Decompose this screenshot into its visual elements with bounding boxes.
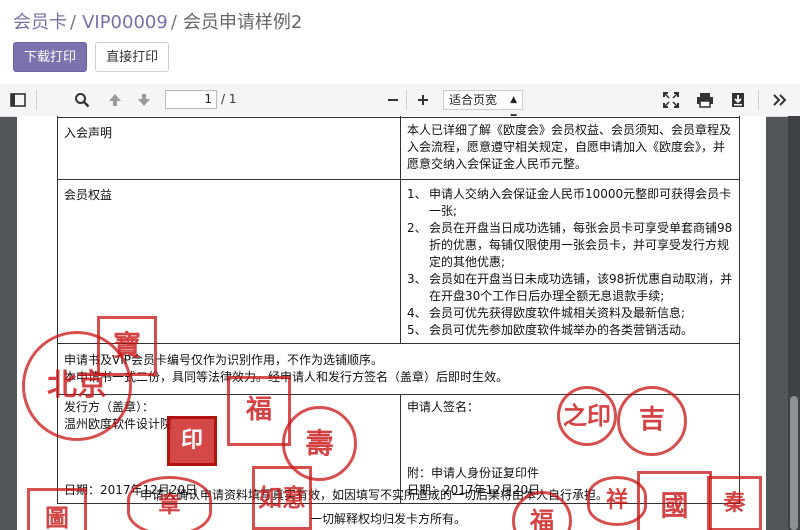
list-item-text: 会员可优先获得欧度软件城相关资料及最新信息; [429, 306, 686, 320]
list-item-text: 会员如在开盘当日未成功选铺，该98折优惠自动取消，并在开盘30个工作日后办理全额… [429, 272, 733, 303]
declaration-label: 入会声明 [57, 117, 401, 180]
declaration-text: 本人已详细了解《欧度会》会员权益、会员须知、会员章程及入会流程，愿意遵守相关规定… [400, 117, 740, 180]
list-item-number: 1、 [407, 187, 427, 201]
search-icon[interactable] [72, 84, 92, 116]
list-item-number: 5、 [407, 323, 427, 337]
list-item: 1、 申请人交纳入会保证金人民币10000元整即可获得会员卡一张; [407, 186, 733, 220]
table-row: 申请书及VIP会员卡编号仅作为识别作用，不作为选铺顺序。 本申请书一式二份，具同… [57, 343, 740, 395]
vertical-scrollbar[interactable] [788, 116, 800, 530]
list-item: 4、 会员可优先获得欧度软件城相关资料及最新信息; [407, 305, 733, 322]
seal-stamp: 國 [637, 471, 712, 530]
list-item-text: 会员在开盘当日成功选铺，每张会员卡可享受单套商铺98折的优惠，每铺仅限使用一张会… [429, 221, 733, 269]
table-row: 会员权益 1、 申请人交纳入会保证金人民币10000元整即可获得会员卡一张; 2、… [57, 179, 740, 344]
note-numbering: 申请书及VIP会员卡编号仅作为识别作用，不作为选铺顺序。 [64, 353, 383, 367]
seal-stamp: 之印 [557, 386, 617, 446]
page-number-input[interactable]: 1 [165, 90, 217, 109]
list-item-text: 会员可优先参加欧度软件城举办的各类营销活动。 [429, 323, 694, 337]
seal-stamp: 福 [227, 376, 291, 446]
direct-print-button[interactable]: 直接打印 [95, 42, 170, 72]
action-bar: 下载打印 直接打印 [13, 42, 172, 72]
pdf-page: 入会声明 本人已详细了解《欧度会》会员权益、会员须知、会员章程及入会流程，愿意遵… [17, 116, 766, 530]
previous-page-icon[interactable] [105, 84, 125, 116]
download-print-button[interactable]: 下载打印 [13, 42, 88, 72]
list-item-number: 4、 [407, 306, 427, 320]
seal-stamp: 章 [127, 476, 212, 530]
list-item-text: 申请人交纳入会保证金人民币10000元整即可获得会员卡一张; [429, 187, 732, 218]
toolbar-divider [406, 90, 407, 110]
breadcrumb-separator: / [170, 12, 177, 33]
benefits-cell: 1、 申请人交纳入会保证金人民币10000元整即可获得会员卡一张; 2、 会员在开盘… [400, 179, 740, 344]
notes-cell: 申请书及VIP会员卡编号仅作为识别作用，不作为选铺顺序。 本申请书一式二份，具同… [57, 343, 740, 395]
seal-stamp: 如意 [252, 466, 312, 530]
sidebar-toggle-icon[interactable] [8, 84, 28, 116]
breadcrumb-link-vip-record[interactable]: VIP00009 [82, 12, 168, 33]
table-row: 入会声明 本人已详细了解《欧度会》会员权益、会员须知、会员章程及入会流程，愿意遵… [57, 117, 740, 180]
zoom-out-icon[interactable] [383, 84, 403, 116]
seal-stamp: 寶 [97, 316, 157, 376]
fullscreen-icon[interactable] [661, 84, 681, 116]
list-item: 5、 会员可优先参加欧度软件城举办的各类营销活动。 [407, 322, 733, 339]
toolbar-divider [36, 90, 37, 110]
list-item-number: 3、 [407, 272, 427, 286]
print-icon[interactable] [695, 84, 715, 116]
footer-rights: 一切解释权均归发卡方所有。 [310, 512, 467, 526]
seal-stamp: 圖 [27, 488, 87, 530]
attachment-note: 附：申请人身份证复印件 [407, 466, 540, 480]
download-icon[interactable] [728, 84, 748, 116]
pdf-toolbar: 1 / 1 适合页宽 ▲▼ [0, 84, 800, 123]
list-item: 3、 会员如在开盘当日未成功选铺，该98折优惠自动取消，并在开盘30个工作日后办理… [407, 271, 733, 305]
benefits-list: 1、 申请人交纳入会保证金人民币10000元整即可获得会员卡一张; 2、 会员在开盘… [407, 186, 733, 339]
list-item: 2、 会员在开盘当日成功选铺，每张会员卡可享受单套商铺98折的优惠，每铺仅限使用一… [407, 220, 733, 271]
more-tools-icon[interactable] [770, 84, 790, 116]
page-count-label: / 1 [221, 92, 237, 106]
toolbar-divider [758, 90, 759, 110]
pdf-viewer: 1 / 1 适合页宽 ▲▼ [0, 84, 800, 530]
scrollbar-thumb[interactable] [790, 396, 798, 530]
next-page-icon[interactable] [134, 84, 154, 116]
breadcrumb: 会员卡 / VIP00009/会员申请样例2 [13, 8, 302, 34]
note-legal-effect: 本申请书一式二份，具同等法律效力。经申请人和发行方签名（盖章）后即时生效。 [64, 370, 509, 384]
breadcrumb-link-membership-card[interactable]: 会员卡 [13, 12, 67, 33]
seal-stamp: 印 [167, 416, 217, 466]
seal-stamp: 吉 [617, 386, 687, 456]
zoom-select-value: 适合页宽 [449, 93, 498, 107]
zoom-select[interactable]: 适合页宽 ▲▼ [443, 90, 523, 123]
breadcrumb-separator: / [70, 12, 77, 33]
zoom-in-icon[interactable] [413, 84, 433, 116]
list-item-number: 2、 [407, 221, 427, 235]
seal-stamp: 秦 [707, 476, 762, 530]
breadcrumb-current-page: 会员申请样例2 [182, 12, 303, 33]
